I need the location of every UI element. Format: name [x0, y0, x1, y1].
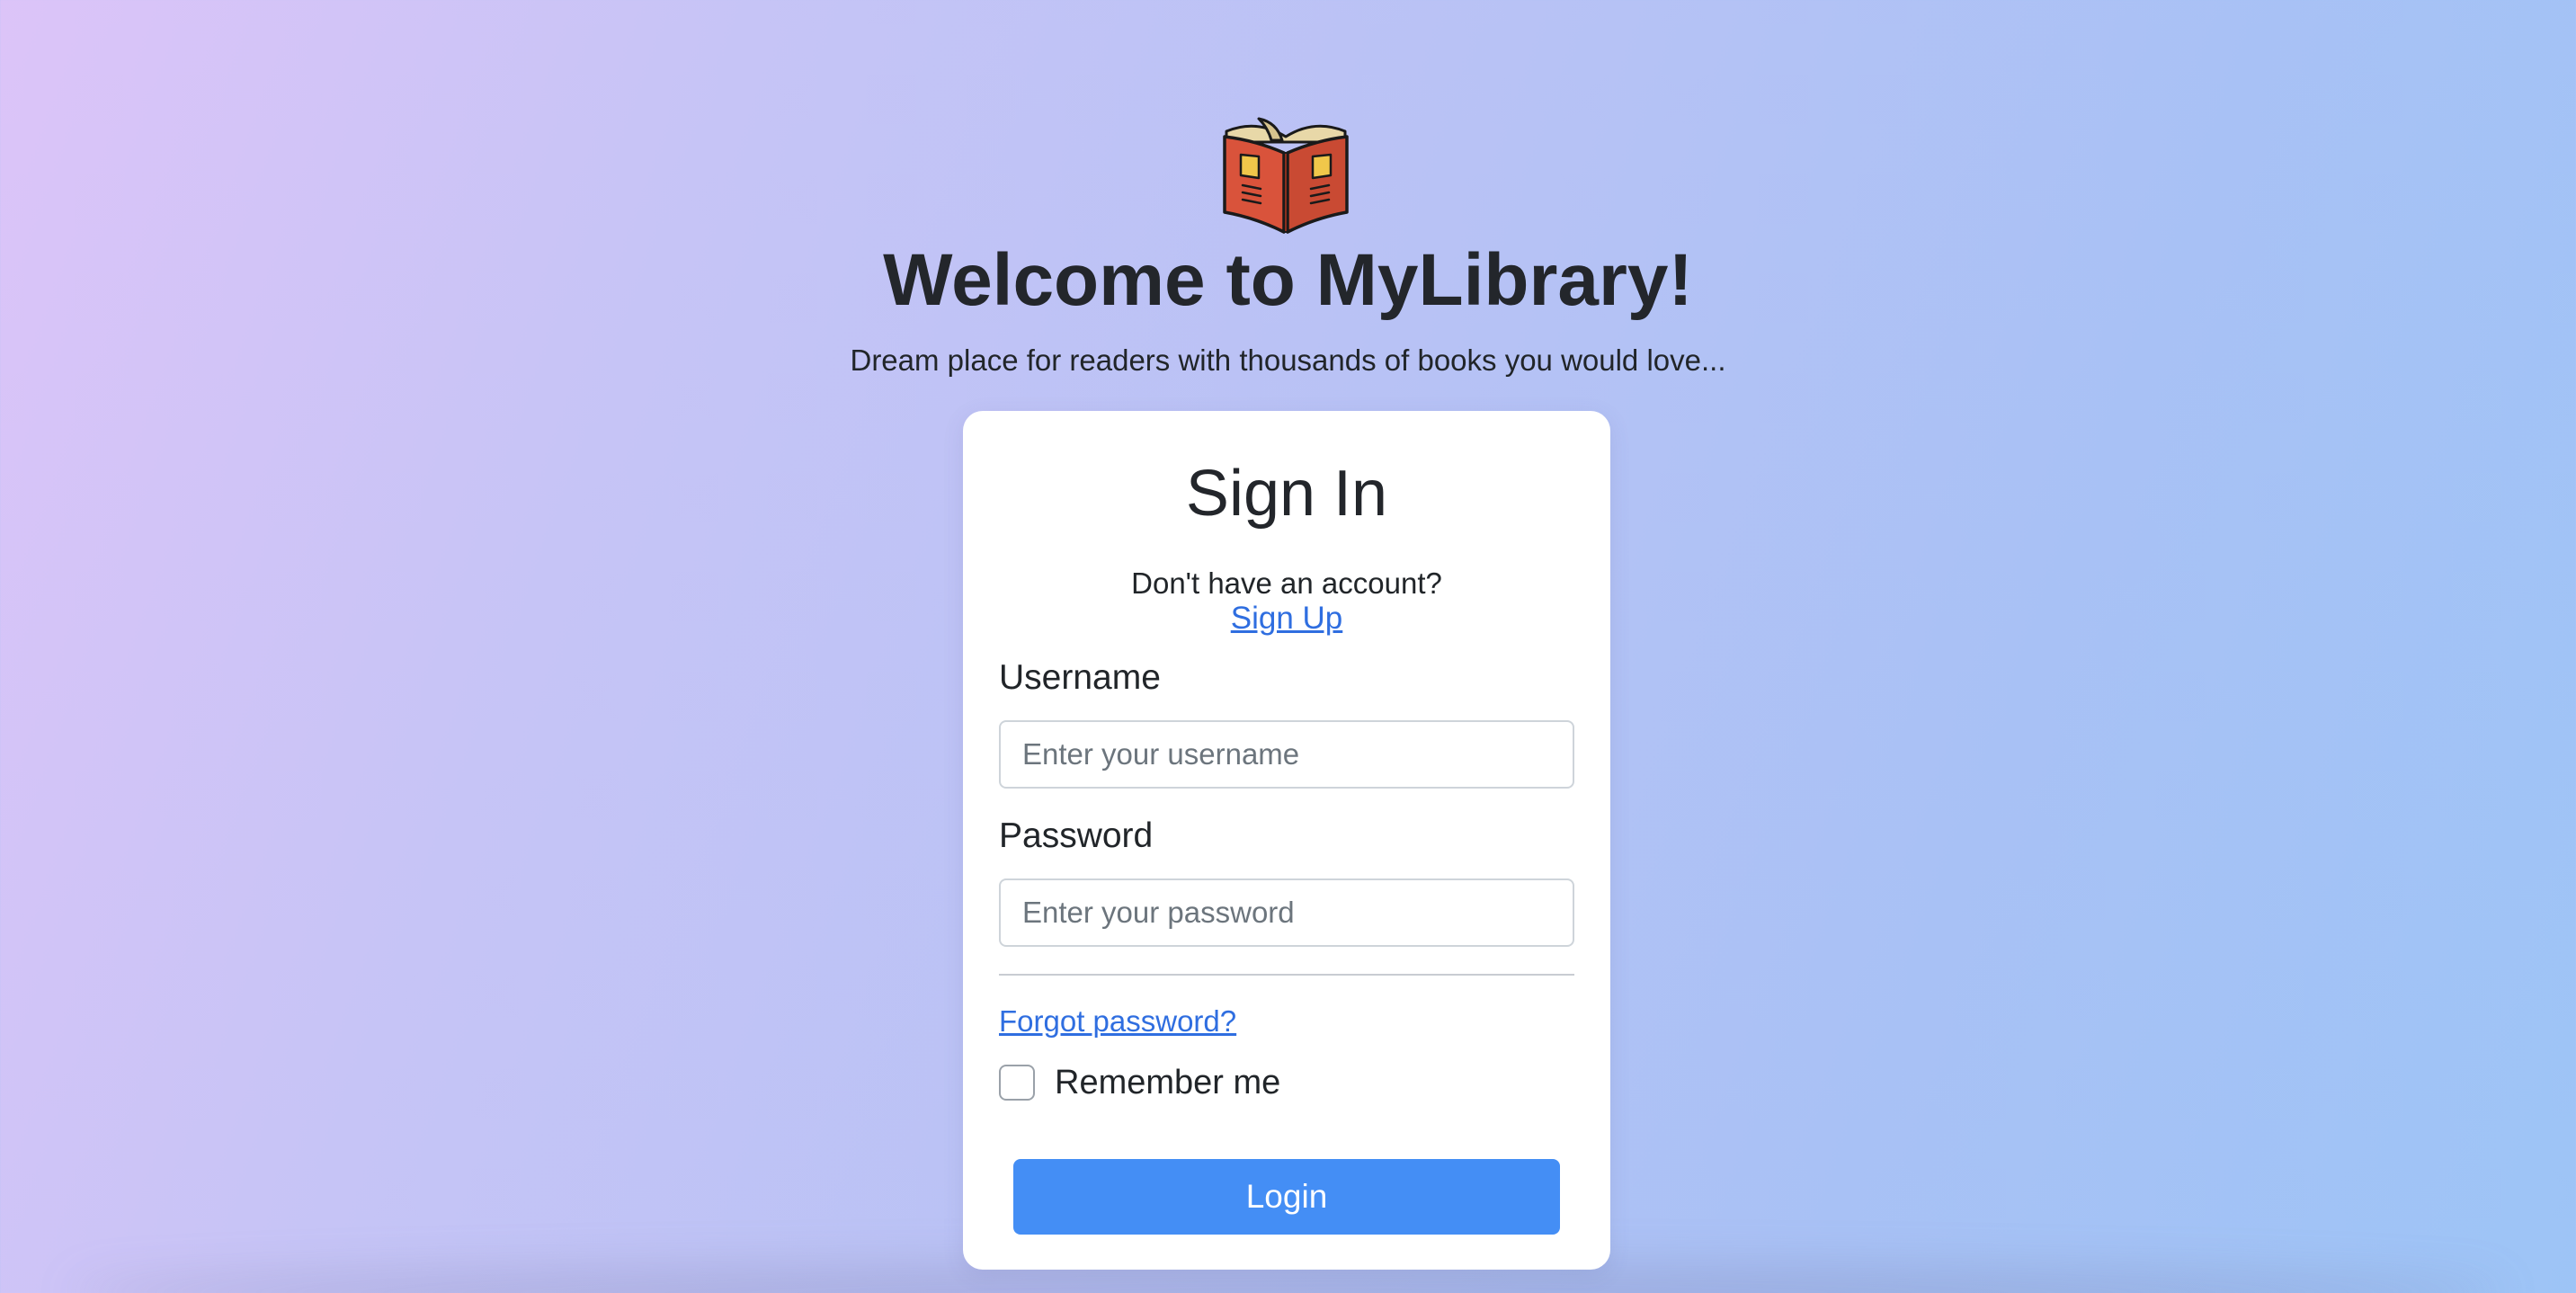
forgot-password-link[interactable]: Forgot password? — [999, 1004, 1236, 1038]
background-shadow — [72, 1266, 2504, 1293]
forgot-password-row: Forgot password? — [999, 1003, 1236, 1040]
open-book-icon — [1223, 117, 1349, 234]
username-input[interactable] — [999, 720, 1574, 789]
divider — [999, 974, 1574, 976]
signin-title: Sign In — [1185, 458, 1388, 530]
signin-card: Sign In Don't have an account? Sign Up U… — [963, 411, 1610, 1270]
username-label: Username — [999, 658, 1161, 697]
signup-link[interactable]: Sign Up — [1231, 601, 1343, 636]
login-button[interactable]: Login — [1013, 1159, 1560, 1235]
password-label: Password — [999, 816, 1154, 855]
welcome-title: Welcome to MyLibrary! — [883, 239, 1693, 321]
remember-me-label: Remember me — [1055, 1064, 1281, 1101]
signup-link-row: Sign Up — [963, 600, 1610, 638]
welcome-subtitle: Dream place for readers with thousands o… — [850, 343, 1726, 377]
password-input[interactable] — [999, 878, 1574, 947]
remember-me-row: Remember me — [999, 1060, 1280, 1105]
remember-me-checkbox[interactable] — [999, 1065, 1035, 1101]
no-account-text: Don't have an account? — [1131, 566, 1442, 600]
